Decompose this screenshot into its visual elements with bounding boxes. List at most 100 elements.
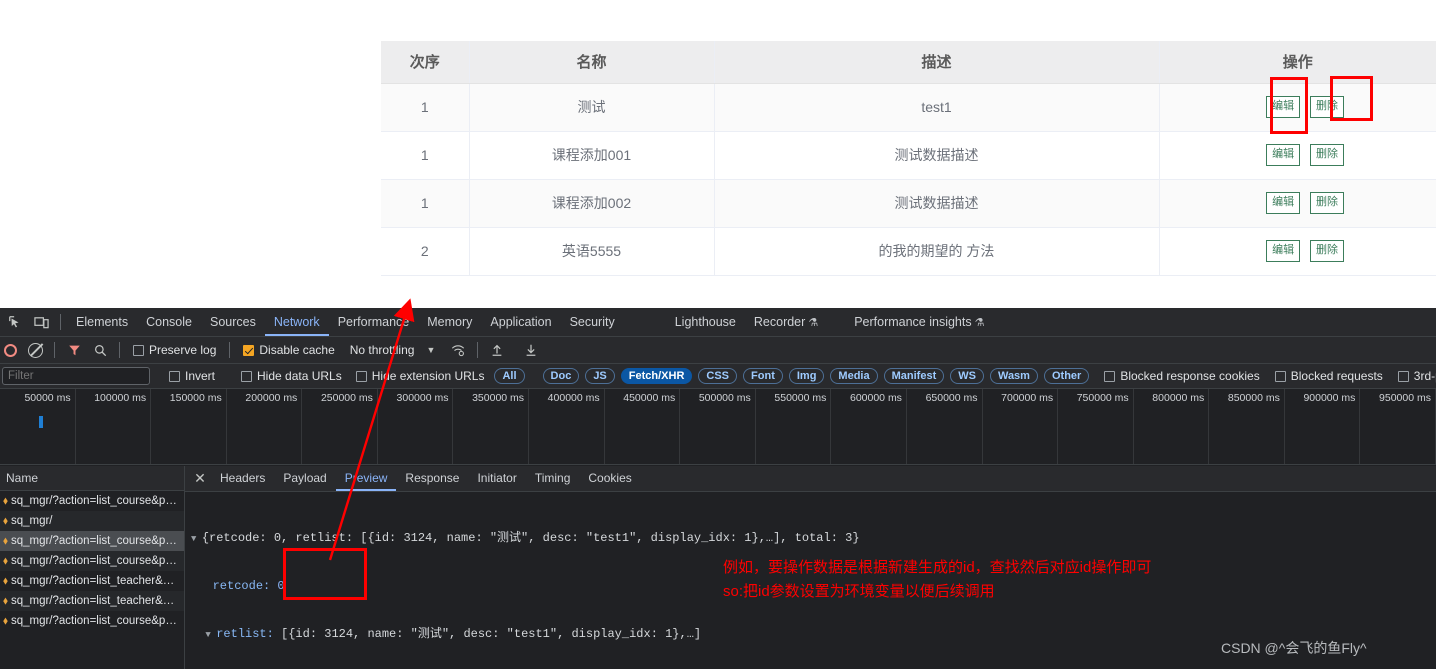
tab-application[interactable]: Application — [481, 308, 560, 336]
timeline-tick-label: 450000 ms — [623, 392, 676, 404]
toolbar-divider — [54, 342, 55, 358]
delete-button[interactable]: 删除 — [1310, 240, 1344, 262]
cell-actions: 编辑 删除 — [1159, 83, 1436, 132]
request-list-item[interactable]: ⬧ sq_mgr/?action=list_course&p… — [0, 551, 184, 571]
hide-data-urls-checkbox[interactable]: Hide data URLs — [241, 369, 342, 383]
network-filter-bar: Invert Hide data URLs Hide extension URL… — [0, 364, 1436, 389]
resource-filter-wasm[interactable]: Wasm — [989, 368, 1038, 384]
detail-tab-cookies[interactable]: Cookies — [579, 466, 640, 491]
request-list-item[interactable]: ⬧ sq_mgr/ — [0, 511, 184, 531]
tab-memory[interactable]: Memory — [418, 308, 481, 336]
edit-button[interactable]: 编辑 — [1266, 192, 1301, 214]
search-icon[interactable] — [87, 337, 113, 363]
request-name-label: sq_mgr/?action=list_course&p… — [10, 555, 177, 567]
resource-filter-media[interactable]: Media — [830, 368, 878, 384]
timeline-tick-label: 650000 ms — [925, 392, 978, 404]
close-icon[interactable]: ✕ — [189, 468, 211, 490]
tab-elements[interactable]: Elements — [67, 308, 137, 336]
timeline-tick-label: 200000 ms — [245, 392, 298, 404]
preserve-log-checkbox[interactable]: Preserve log — [133, 343, 216, 357]
detail-tab-preview[interactable]: Preview — [336, 466, 397, 491]
network-timeline-overview[interactable]: 50000 ms 100000 ms 150000 ms 200000 ms 25000… — [0, 389, 1436, 465]
request-list-item[interactable]: ⬧ sq_mgr/?action=list_course&p… — [0, 611, 184, 631]
resource-filter-manifest[interactable]: Manifest — [883, 368, 945, 384]
throttling-select[interactable]: No throttling — [350, 343, 415, 357]
timeline-tick-label: 950000 ms — [1379, 392, 1431, 404]
tab-security[interactable]: Security — [561, 308, 624, 336]
request-name-label: sq_mgr/?action=list_course&p… — [10, 495, 177, 507]
disable-cache-checkbox[interactable]: Disable cache — [243, 343, 335, 357]
request-list-header: Name — [0, 466, 184, 491]
network-conditions-icon[interactable] — [445, 337, 471, 363]
cell-description: 的我的期望的 方法 — [714, 227, 1160, 276]
tab-lighthouse[interactable]: Lighthouse — [666, 308, 745, 336]
timeline-tick-label: 700000 ms — [1001, 392, 1054, 404]
expand-triangle-icon[interactable]: ▼ — [191, 534, 202, 544]
request-list-item[interactable]: ⬧ sq_mgr/?action=list_teacher&… — [0, 591, 184, 611]
tab-network[interactable]: Network — [265, 308, 329, 336]
request-list-item[interactable]: ⬧ sq_mgr/?action=list_course&p… — [0, 491, 184, 511]
resource-filter-css[interactable]: CSS — [698, 368, 738, 384]
resource-filter-other[interactable]: Other — [1043, 368, 1090, 384]
timeline-tick: 450000 ms — [605, 389, 681, 464]
blocked-requests-checkbox[interactable]: Blocked requests — [1274, 369, 1383, 383]
import-har-icon[interactable] — [484, 337, 510, 363]
delete-button[interactable]: 删除 — [1310, 144, 1344, 166]
tab-performance-insights[interactable]: Performance insights ⚗ — [845, 308, 993, 336]
json-root-line[interactable]: ▼ {retcode: 0, retlist: [{id: 3124, name… — [191, 530, 1436, 546]
detail-tab-payload[interactable]: Payload — [274, 466, 335, 491]
expand-triangle-icon[interactable]: ▼ — [205, 630, 216, 640]
inspect-element-icon[interactable] — [2, 309, 28, 335]
json-value-retcode: 0 — [277, 579, 285, 593]
json-root-summary: {retcode: 0, retlist: [{id: 3124, name: … — [201, 531, 860, 545]
timeline-tick: 950000 ms — [1360, 389, 1436, 464]
hide-extension-urls-checkbox[interactable]: Hide extension URLs — [355, 369, 484, 383]
request-list-item[interactable]: ⬧ sq_mgr/?action=list_course&p… — [0, 531, 184, 551]
tab-console[interactable]: Console — [137, 308, 201, 336]
detail-tab-initiator[interactable]: Initiator — [468, 466, 525, 491]
third-party-requests-checkbox[interactable]: 3rd-party requests — [1397, 369, 1436, 383]
column-header-description: 描述 — [714, 41, 1160, 84]
request-list: Name ⬧ sq_mgr/?action=list_course&p… ⬧ sq_m… — [0, 466, 185, 669]
blocked-response-cookies-label: Blocked response cookies — [1120, 369, 1260, 383]
resource-filter-font[interactable]: Font — [743, 368, 783, 384]
blocked-response-cookies-checkbox[interactable]: Blocked response cookies — [1104, 369, 1260, 383]
timeline-tick: 600000 ms — [831, 389, 907, 464]
delete-button[interactable]: 删除 — [1310, 192, 1344, 214]
timeline-tick: 700000 ms — [983, 389, 1059, 464]
edit-button[interactable]: 编辑 — [1266, 96, 1301, 118]
device-toolbar-icon[interactable] — [28, 309, 54, 335]
resource-filter-ws[interactable]: WS — [950, 368, 984, 384]
checkbox-box — [169, 370, 180, 382]
cell-actions: 编辑 删除 — [1159, 227, 1436, 276]
tab-recorder[interactable]: Recorder ⚗ — [745, 308, 827, 336]
detail-tab-response[interactable]: Response — [396, 466, 468, 491]
toolbar-divider — [119, 342, 120, 358]
delete-button[interactable]: 删除 — [1310, 96, 1344, 118]
request-list-item[interactable]: ⬧ sq_mgr/?action=list_teacher&… — [0, 571, 184, 591]
invert-checkbox[interactable]: Invert — [169, 369, 215, 383]
web-page-area: 次序 名称 描述 操作 1 测试 test1 编辑 删除 1 课程添加001 测… — [0, 0, 1436, 308]
resource-filter-img[interactable]: Img — [788, 368, 825, 384]
document-icon: ⬧ — [3, 615, 8, 627]
timeline-tick-label: 600000 ms — [849, 392, 902, 404]
resource-filter-doc[interactable]: Doc — [542, 368, 580, 384]
tab-sources[interactable]: Sources — [201, 308, 265, 336]
export-har-icon[interactable] — [518, 337, 544, 363]
resource-filter-js[interactable]: JS — [585, 368, 615, 384]
edit-button[interactable]: 编辑 — [1266, 144, 1301, 166]
filter-icon[interactable] — [61, 337, 87, 363]
edit-button[interactable]: 编辑 — [1266, 240, 1301, 262]
detail-tab-headers[interactable]: Headers — [211, 466, 274, 491]
json-key-retlist: retlist: — [216, 627, 282, 641]
resource-filter-fetch-xhr[interactable]: Fetch/XHR — [620, 368, 693, 384]
chevron-down-icon[interactable]: ▼ — [426, 345, 435, 355]
detail-tab-timing[interactable]: Timing — [526, 466, 580, 491]
tab-performance[interactable]: Performance — [329, 308, 419, 336]
third-party-requests-label: 3rd-party requests — [1413, 369, 1436, 383]
clear-button[interactable] — [22, 337, 48, 363]
table-row: 1 课程添加001 测试数据描述 编辑 删除 — [381, 131, 1436, 180]
document-icon: ⬧ — [3, 595, 8, 607]
resource-filter-all[interactable]: All — [494, 368, 525, 384]
filter-input[interactable] — [2, 367, 150, 385]
